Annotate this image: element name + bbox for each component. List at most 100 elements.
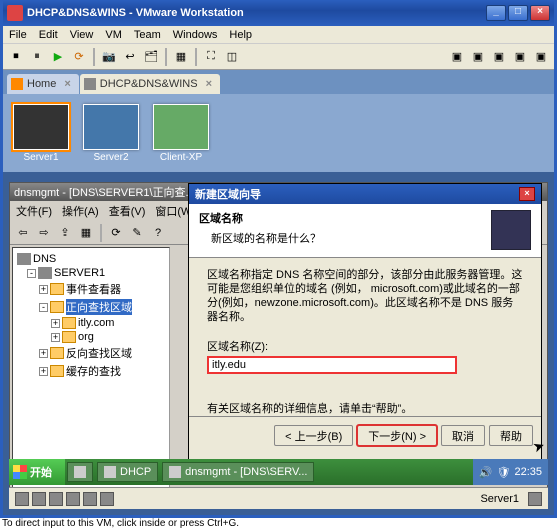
inner-menu-action[interactable]: 操作(A) <box>62 203 99 219</box>
dns-icon <box>17 253 31 265</box>
menu-view[interactable]: View <box>70 29 94 41</box>
fullscreen-icon[interactable]: ⛶ <box>202 48 220 66</box>
power-off-icon[interactable]: ⏹ <box>7 48 25 66</box>
wizard-head-sub: 新区域的名称是什么？ <box>211 230 491 246</box>
tray-icon[interactable]: 🔊 <box>479 466 493 479</box>
zone-name-input[interactable] <box>207 356 457 374</box>
wizard-header: 区域名称 新区域的名称是什么？ <box>189 204 541 258</box>
power-on-icon[interactable]: ▶ <box>49 48 67 66</box>
refresh-icon[interactable]: ⟳ <box>107 224 125 242</box>
task-dnsmgmt[interactable]: dnsmgmt - [DNS\SERV... <box>162 462 314 482</box>
nic-icon[interactable] <box>66 492 80 506</box>
next-button[interactable]: 下一步(N) > <box>357 425 437 446</box>
reset-icon[interactable]: ⟳ <box>70 48 88 66</box>
close-icon[interactable]: × <box>64 78 70 90</box>
expand-icon[interactable]: + <box>51 319 60 328</box>
server-icon <box>38 267 52 279</box>
hdd-icon[interactable] <box>15 492 29 506</box>
unity-icon[interactable]: ◫ <box>223 48 241 66</box>
menu-team[interactable]: Team <box>134 29 161 41</box>
close-icon[interactable]: × <box>206 78 212 90</box>
up-icon[interactable]: ⇪ <box>56 224 74 242</box>
guest-screen[interactable]: dnsmgmt - [DNS\SERVER1\正向查...] 文件(F) 操作(… <box>3 172 554 515</box>
help-icon[interactable]: ? <box>149 224 167 242</box>
vm-icon <box>84 78 96 90</box>
menu-bar: File Edit View VM Team Windows Help <box>3 26 554 44</box>
ql-ie[interactable] <box>67 462 93 482</box>
tab-bar: Home× DHCP&DNS&WINS× <box>3 70 554 94</box>
expand-icon[interactable]: + <box>39 285 48 294</box>
thumbnails-bar: Server1 Server2 Client-XP <box>3 94 554 172</box>
zone-name-label: 区域名称(Z): <box>207 338 523 354</box>
floppy-icon[interactable] <box>49 492 63 506</box>
task-dhcp[interactable]: DHCP <box>97 462 158 482</box>
snapshot-icon[interactable]: 📷 <box>100 48 118 66</box>
zone-icon <box>62 331 76 343</box>
menu-edit[interactable]: Edit <box>39 29 58 41</box>
snapshot-mgr-icon[interactable]: 🗂 <box>142 48 160 66</box>
wizard-titlebar: 新建区域向导× <box>189 184 541 204</box>
sound-icon[interactable] <box>100 492 114 506</box>
app-icon <box>7 5 23 21</box>
tree-root[interactable]: DNS <box>17 252 165 266</box>
suspend-icon[interactable]: ⏸ <box>28 48 46 66</box>
tb-ico1[interactable]: ▣ <box>448 48 466 66</box>
fwd-icon[interactable]: ⇨ <box>35 224 53 242</box>
folder-icon <box>50 283 64 295</box>
inner-menu-file[interactable]: 文件(F) <box>16 203 52 219</box>
tb-ico3[interactable]: ▣ <box>490 48 508 66</box>
tree-server[interactable]: -SERVER1 <box>17 266 165 280</box>
show-icon[interactable]: ▦ <box>77 224 95 242</box>
close-icon[interactable]: × <box>519 187 535 201</box>
inner-menu-view[interactable]: 查看(V) <box>109 203 146 219</box>
tb-ico5[interactable]: ▣ <box>532 48 550 66</box>
cancel-button[interactable]: 取消 <box>441 425 485 446</box>
tray-icon[interactable]: 🛡 <box>497 466 511 479</box>
cd-icon[interactable] <box>32 492 46 506</box>
maximize-button[interactable]: □ <box>508 5 528 21</box>
expand-icon[interactable]: + <box>39 367 48 376</box>
collapse-icon[interactable]: - <box>39 303 48 312</box>
thumb-server2[interactable]: Server2 <box>81 104 141 163</box>
props-icon[interactable]: ✎ <box>128 224 146 242</box>
clock: 22:35 <box>514 466 542 478</box>
wizard-note: 有关区域名称的详细信息，请单击“帮助”。 <box>207 400 523 416</box>
menu-windows[interactable]: Windows <box>173 29 218 41</box>
vmware-hint: To direct input to this VM, click inside… <box>0 518 557 531</box>
tb-ico4[interactable]: ▣ <box>511 48 529 66</box>
back-icon[interactable]: ⇦ <box>14 224 32 242</box>
folder-icon <box>50 365 64 377</box>
tree-fwdzone[interactable]: -正向查找区域 <box>17 298 165 316</box>
tree-eventviewer[interactable]: +事件查看器 <box>17 280 165 298</box>
tree-zone-org[interactable]: +org <box>17 330 165 344</box>
thumb-server1[interactable]: Server1 <box>11 104 71 163</box>
input-grab-icon[interactable] <box>528 492 542 506</box>
tb-ico2[interactable]: ▣ <box>469 48 487 66</box>
back-button[interactable]: < 上一步(B) <box>274 425 353 446</box>
expand-icon[interactable]: + <box>39 349 48 358</box>
start-button[interactable]: 开始 <box>9 459 65 485</box>
collapse-icon[interactable]: - <box>27 269 36 278</box>
guest-taskbar: 开始 DHCP dnsmgmt - [DNS\SERV... 🔊 🛡 22:35 <box>9 459 548 485</box>
folder-icon <box>50 301 64 313</box>
tab-vm[interactable]: DHCP&DNS&WINS× <box>80 74 220 94</box>
menu-file[interactable]: File <box>9 29 27 41</box>
zone-icon <box>62 317 76 329</box>
tree-cache[interactable]: +缓存的查找 <box>17 362 165 380</box>
tab-home[interactable]: Home× <box>7 74 79 94</box>
server-art-icon <box>491 210 531 250</box>
close-button[interactable]: × <box>530 5 550 21</box>
revert-icon[interactable]: ↩ <box>121 48 139 66</box>
thumb-clientxp[interactable]: Client-XP <box>151 104 211 163</box>
help-button[interactable]: 帮助 <box>489 425 533 446</box>
minimize-button[interactable]: _ <box>486 5 506 21</box>
usb-icon[interactable] <box>83 492 97 506</box>
system-tray[interactable]: 🔊 🛡 22:35 <box>473 459 548 485</box>
menu-vm[interactable]: VM <box>105 29 122 41</box>
expand-icon[interactable]: + <box>51 333 60 342</box>
view-icon[interactable]: ▦ <box>172 48 190 66</box>
tree-zone-itly[interactable]: +itly.com <box>17 316 165 330</box>
menu-help[interactable]: Help <box>229 29 252 41</box>
tree-revzone[interactable]: +反向查找区域 <box>17 344 165 362</box>
vmware-titlebar: DHCP&DNS&WINS - VMware Workstation _ □ × <box>3 0 554 26</box>
